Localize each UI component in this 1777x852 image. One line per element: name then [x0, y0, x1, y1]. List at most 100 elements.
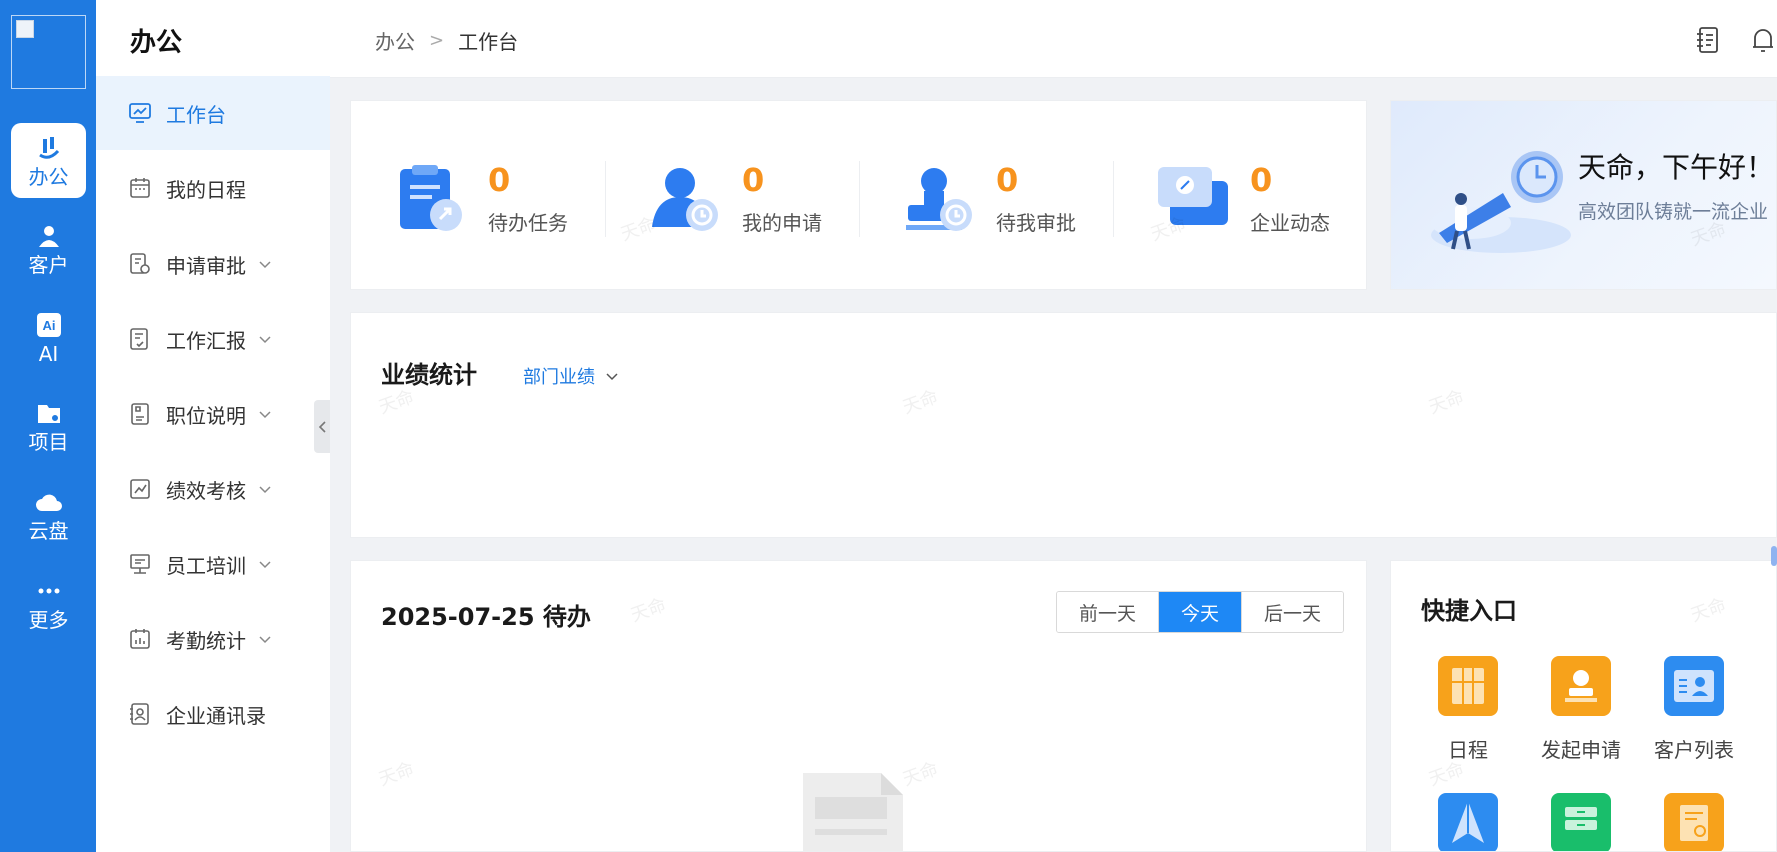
welcome-banner: 天命，下午好！ 高效团队铸就一流企业	[1390, 100, 1777, 290]
rail-item-cloud[interactable]: 云盘	[11, 477, 86, 552]
quick-item-receipt[interactable]	[1639, 793, 1749, 851]
prev-day-button[interactable]: 前一天	[1057, 592, 1160, 632]
sidebar-item-label: 工作台	[166, 102, 226, 127]
contacts-icon	[130, 703, 149, 725]
rail-item-more[interactable]: 更多	[11, 566, 86, 641]
bell-icon[interactable]	[1750, 26, 1776, 54]
svg-text:Ai: Ai	[42, 318, 55, 333]
sidebar-collapse-button[interactable]	[314, 400, 330, 453]
breadcrumb-current: 工作台	[458, 30, 519, 54]
notebook-icon[interactable]	[1695, 26, 1721, 54]
customer-list-icon	[1664, 656, 1724, 716]
secondary-sidebar: 办公 工作台 我的日程 申请审批 工作汇报 职位说明 绩效考核 员工培训 考勤统…	[96, 0, 330, 852]
stat-divider	[605, 161, 606, 237]
quick-entry-card: 快捷入口 日程 发起申请 客户列表 发	[1390, 560, 1777, 852]
next-day-button[interactable]: 后一天	[1242, 592, 1344, 632]
quick-item-label: 日程	[1448, 738, 1488, 762]
project-icon	[37, 405, 60, 423]
stat-label: 我的申请	[742, 211, 822, 235]
user-clock-icon	[652, 168, 718, 231]
chevron-down-icon	[259, 486, 271, 494]
sidebar-item-contacts[interactable]: 企业通讯录	[96, 677, 330, 751]
chevron-down-icon	[606, 373, 618, 381]
calendar-icon	[130, 178, 150, 198]
training-icon	[130, 554, 150, 574]
sidebar-item-position[interactable]: 职位说明	[96, 377, 330, 451]
sidebar-title: 办公	[130, 28, 183, 58]
sidebar-item-label: 员工培训	[166, 553, 246, 578]
customer-icon	[38, 226, 59, 247]
sidebar-item-report[interactable]: 工作汇报	[96, 302, 330, 376]
document-icon	[131, 403, 149, 425]
approval-icon	[130, 253, 150, 274]
rail-label: 办公	[28, 165, 69, 189]
quick-item-apply[interactable]: 发起申请	[1526, 656, 1636, 763]
sidebar-item-label: 企业通讯录	[166, 703, 266, 728]
sidebar-item-attendance[interactable]: 考勤统计	[96, 602, 330, 676]
stats-card: 0 待办任务 0 我的申请 0 待我审批 0 企业动态	[350, 100, 1367, 290]
chevron-left-icon	[318, 420, 326, 433]
telescope-illustration-icon	[1431, 151, 1571, 253]
report-icon	[130, 328, 148, 350]
breadcrumb-separator: >	[429, 30, 445, 51]
top-header: 办公 > 工作台	[330, 0, 1777, 78]
breadcrumb-item[interactable]: 办公	[375, 26, 415, 55]
receipt-icon	[1664, 793, 1724, 851]
quick-item-customer-list[interactable]: 客户列表	[1639, 656, 1749, 763]
sidebar-item-label: 工作汇报	[166, 328, 246, 353]
sidebar-item-performance[interactable]: 绩效考核	[96, 452, 330, 526]
sidebar-item-training[interactable]: 员工培训	[96, 527, 330, 601]
today-button[interactable]: 今天	[1159, 592, 1243, 632]
more-icon	[38, 588, 59, 594]
quick-item-schedule[interactable]: 日程	[1413, 656, 1523, 763]
quick-item-archive[interactable]	[1526, 793, 1636, 851]
rail-label: 云盘	[28, 519, 69, 543]
monitor-icon	[129, 103, 151, 123]
stat-value: 0	[488, 161, 511, 199]
empty-document-icon	[803, 773, 903, 851]
sidebar-item-approval[interactable]: 申请审批	[96, 227, 330, 301]
rail-label: 更多	[28, 608, 69, 632]
apply-icon	[1551, 656, 1611, 716]
rail-item-office[interactable]: 办公	[11, 123, 86, 198]
chevron-down-icon	[259, 636, 271, 644]
sidebar-item-label: 申请审批	[166, 253, 246, 278]
stat-label: 待我审批	[996, 211, 1076, 235]
ai-icon: Ai	[36, 313, 61, 337]
schedule-icon	[1438, 656, 1498, 716]
performance-card: 业绩统计 部门业绩	[350, 312, 1777, 538]
sidebar-item-label: 我的日程	[166, 177, 246, 202]
rail-label: 项目	[28, 430, 69, 454]
breadcrumb: 办公 > 工作台	[375, 26, 518, 55]
office-icon	[38, 137, 59, 159]
sidebar-item-workbench[interactable]: 工作台	[96, 76, 330, 150]
chevron-down-icon	[259, 561, 271, 569]
performance-title: 业绩统计	[381, 361, 477, 389]
rail-label: AI	[38, 342, 59, 366]
stat-label: 待办任务	[488, 211, 568, 235]
rail-item-ai[interactable]: Ai AI	[11, 300, 86, 375]
todo-card: 2025-07-25 待办 前一天 今天 后一天	[350, 560, 1367, 852]
sidebar-item-label: 考勤统计	[166, 628, 246, 653]
department-performance-dropdown[interactable]: 部门业绩	[523, 363, 619, 389]
stat-divider	[1113, 161, 1114, 237]
stat-value: 0	[996, 161, 1019, 199]
clipboard-icon	[400, 165, 462, 231]
quick-item-send[interactable]: 发	[1752, 656, 1776, 763]
day-switcher: 前一天 今天 后一天	[1056, 591, 1345, 633]
sidebar-item-schedule[interactable]: 我的日程	[96, 151, 330, 225]
quick-item-paper-plane[interactable]	[1413, 793, 1523, 851]
archive-icon	[1551, 793, 1611, 851]
sidebar-item-label: 职位说明	[166, 403, 246, 428]
chart-icon	[130, 479, 150, 499]
rail-item-project[interactable]: 项目	[11, 388, 86, 463]
rail-item-customer[interactable]: 客户	[11, 211, 86, 286]
scrollbar-thumb[interactable]	[1771, 546, 1777, 566]
dropdown-label: 部门业绩	[523, 367, 595, 388]
quick-entry-title: 快捷入口	[1421, 597, 1517, 625]
app-logo[interactable]	[11, 15, 86, 89]
chevron-down-icon	[259, 411, 271, 419]
stamp-icon	[906, 168, 972, 231]
attendance-icon	[130, 629, 150, 649]
chevron-down-icon	[259, 261, 271, 269]
